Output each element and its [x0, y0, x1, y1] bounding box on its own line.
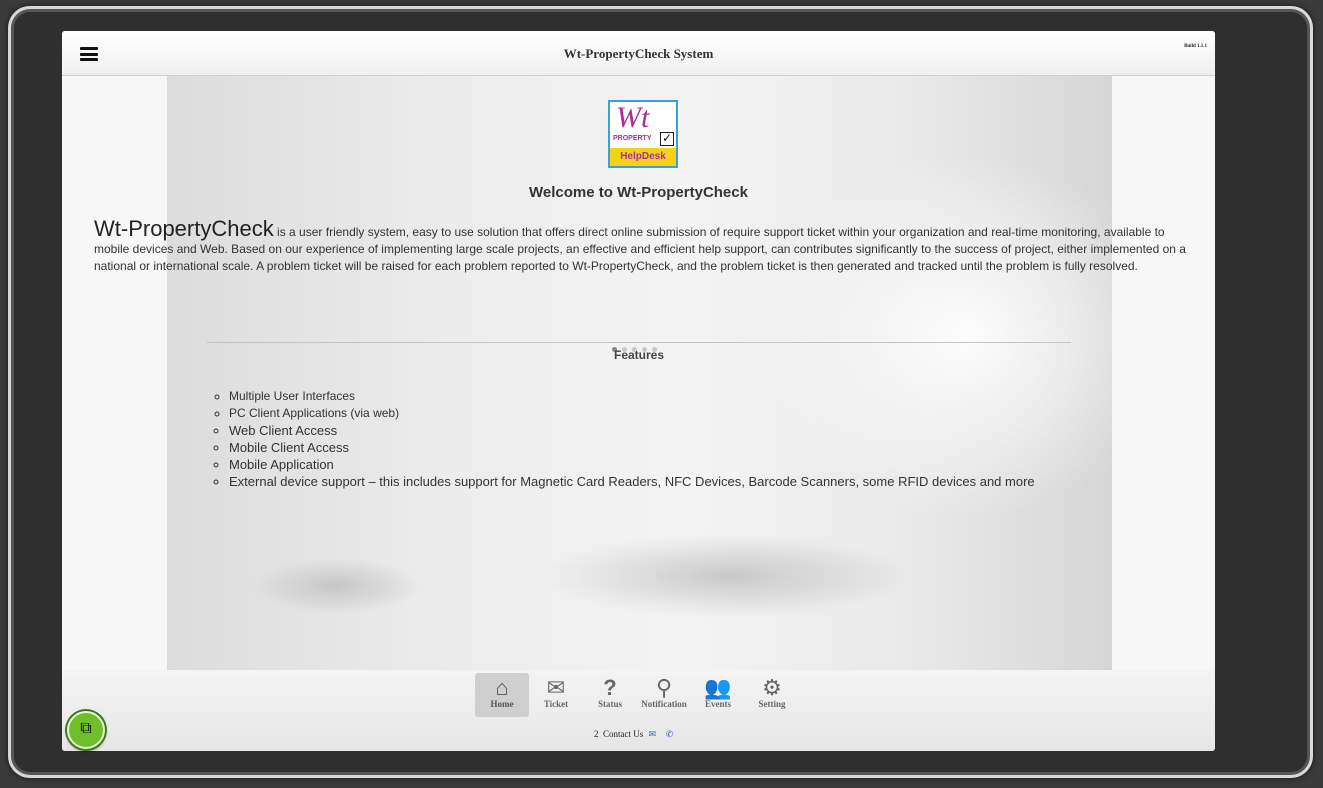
email-icon[interactable]: ✉: [649, 729, 657, 739]
home-icon: ⌂: [495, 675, 509, 700]
app-screen: Wt-PropertyCheck System Build 1.1.1 Wt P…: [62, 31, 1215, 751]
welcome-heading: Welcome to Wt-PropertyCheck: [529, 184, 748, 201]
list-item: PC Client Applications (via web): [229, 405, 1035, 422]
envelope-icon: ✉: [546, 675, 566, 700]
features-divider: Features: [207, 342, 1071, 362]
list-item: Mobile Application: [229, 456, 1035, 473]
footer-count: 2: [594, 729, 599, 739]
question-icon: ?: [603, 675, 617, 700]
intro-brand: Wt-PropertyCheck: [94, 216, 274, 241]
nav-home[interactable]: ⌂ Home: [475, 673, 529, 717]
nav-setting[interactable]: ⚙ Setting: [745, 673, 799, 717]
nav-notification[interactable]: ⚲ Notification: [637, 673, 691, 717]
contact-footer: 2 Contact Us ✉ ✆: [594, 729, 673, 740]
external-link-icon: ⧉: [80, 720, 92, 737]
logo-helpdesk-text: HelpDesk: [610, 148, 676, 166]
phone-icon[interactable]: ✆: [666, 729, 674, 739]
checkbox-icon: ✓: [660, 131, 674, 146]
build-version: Build 1.1.1: [1184, 44, 1207, 49]
nav-status[interactable]: ? Status: [583, 673, 637, 717]
gear-icon: ⚙: [762, 675, 782, 700]
nav-events[interactable]: 👥 Events: [691, 673, 745, 717]
logo-property-text: PROPERTY: [613, 135, 652, 142]
search-icon: ⚲: [655, 675, 673, 700]
external-link-button[interactable]: ⧉: [67, 711, 105, 749]
logo-wt-text: Wt: [616, 101, 650, 134]
bottom-bar: ⌂ Home ✉ Ticket ? Status ⚲ Notification …: [62, 670, 1215, 751]
intro-paragraph: Wt-PropertyCheck is a user friendly syst…: [94, 218, 1186, 275]
users-icon: 👥: [704, 675, 732, 700]
home-content: Wt PROPERTY ✓ HelpDesk Welcome to Wt-Pro…: [62, 76, 1215, 670]
list-item: External device support – this includes …: [229, 473, 1035, 490]
top-bar: Wt-PropertyCheck System Build 1.1.1: [62, 31, 1215, 76]
list-item: Multiple User Interfaces: [229, 388, 1035, 405]
list-item: Web Client Access: [229, 422, 1035, 439]
list-item: Mobile Client Access: [229, 439, 1035, 456]
features-list: Multiple User Interfaces PC Client Appli…: [215, 388, 1035, 490]
features-label: Features: [613, 348, 665, 362]
contact-us-label: Contact Us: [603, 729, 644, 739]
nav-ticket[interactable]: ✉ Ticket: [529, 673, 583, 717]
app-title: Wt-PropertyCheck System: [563, 46, 714, 61]
app-logo: Wt PROPERTY ✓ HelpDesk: [608, 100, 678, 168]
